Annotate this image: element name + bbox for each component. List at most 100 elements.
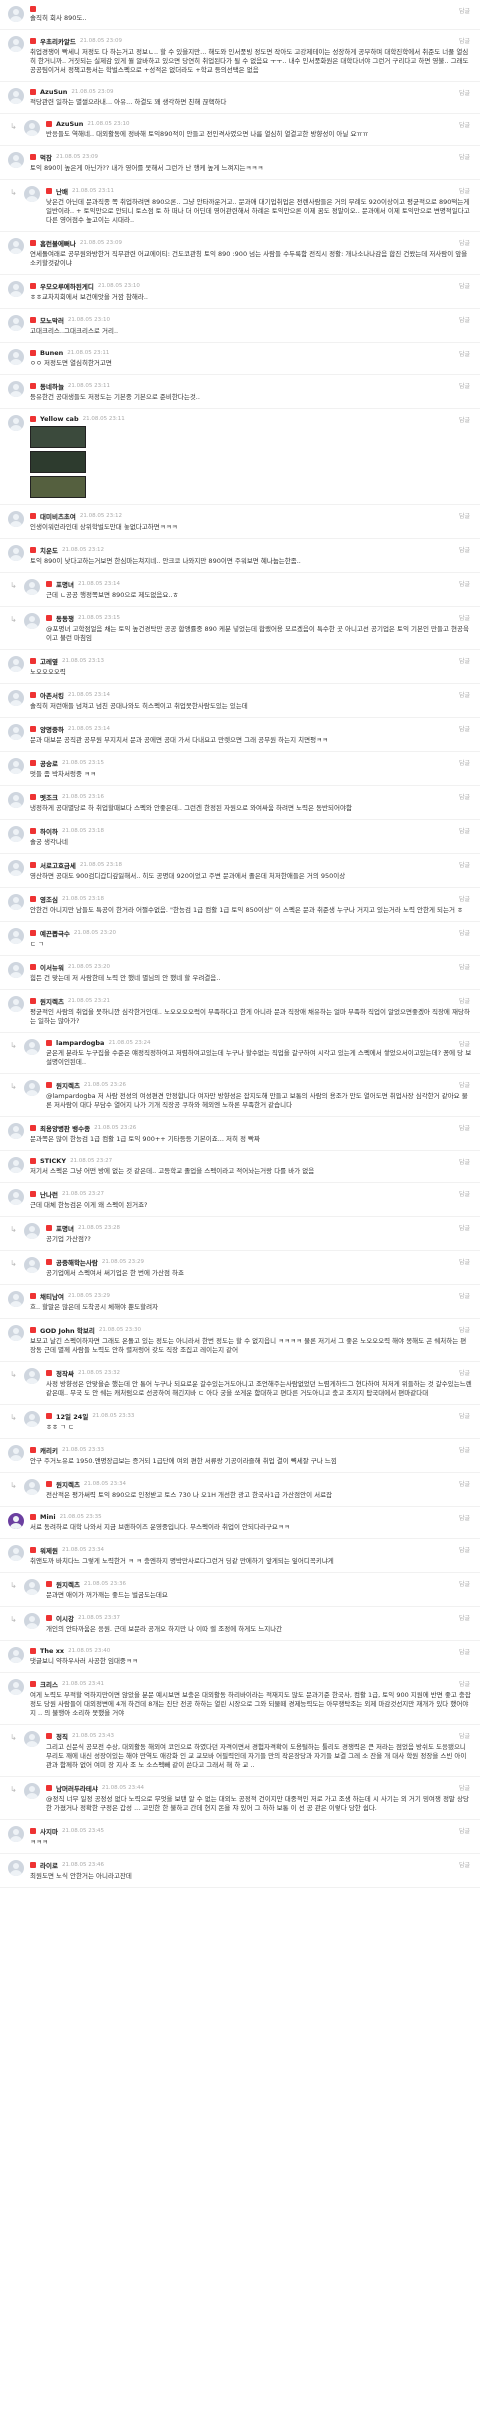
avatar[interactable] — [8, 690, 24, 706]
reply-button[interactable]: 답글 — [459, 545, 470, 554]
comment-author[interactable]: 캐리키 — [40, 1445, 58, 1455]
comment-author[interactable]: The xx — [40, 1647, 64, 1655]
comment-author[interactable]: GOD John 학보리 — [40, 1325, 95, 1335]
avatar[interactable] — [24, 1579, 40, 1595]
reply-button[interactable]: 답글 — [459, 1368, 470, 1377]
reply-button[interactable]: 답글 — [459, 1783, 470, 1792]
avatar[interactable] — [24, 1783, 40, 1799]
avatar[interactable] — [24, 579, 40, 595]
comment-author[interactable]: 동네하늘 — [40, 381, 64, 391]
reply-button[interactable]: 답글 — [459, 88, 470, 97]
reply-button[interactable]: 답글 — [459, 1223, 470, 1232]
reply-button[interactable]: 답글 — [459, 1513, 470, 1522]
comment-author[interactable]: 난배 — [56, 186, 68, 196]
comment-author[interactable]: 최용양병판 뱅수종 — [40, 1123, 90, 1133]
reply-button[interactable]: 답글 — [459, 1325, 470, 1334]
avatar[interactable] — [8, 826, 24, 842]
avatar[interactable] — [8, 1445, 24, 1461]
comment-author[interactable]: Bunen — [40, 349, 63, 357]
comment-author[interactable]: 난나런 — [40, 1189, 58, 1199]
avatar[interactable] — [8, 1826, 24, 1842]
comment-author[interactable]: 크리스 — [40, 1679, 58, 1689]
avatar[interactable] — [24, 1368, 40, 1384]
comment-author[interactable]: AzuSun — [40, 88, 67, 96]
avatar[interactable] — [8, 1545, 24, 1561]
avatar[interactable] — [8, 928, 24, 944]
comment-author[interactable]: 원지렉츠 — [56, 1579, 80, 1589]
reply-button[interactable]: 답글 — [459, 36, 470, 45]
reply-button[interactable]: 답글 — [459, 1039, 470, 1048]
avatar[interactable] — [8, 281, 24, 297]
avatar[interactable] — [8, 996, 24, 1012]
comment-author[interactable]: 원지렉츠 — [56, 1080, 80, 1090]
avatar[interactable] — [8, 758, 24, 774]
reply-button[interactable]: 답글 — [459, 928, 470, 937]
comment-author[interactable]: 라이로 — [40, 1860, 58, 1870]
comment-author[interactable]: 영조심 — [40, 894, 58, 904]
avatar[interactable] — [24, 1731, 40, 1747]
comment-author[interactable]: 고레옆 — [40, 656, 58, 666]
avatar[interactable] — [8, 511, 24, 527]
comment-author[interactable]: 멧조크 — [40, 792, 58, 802]
reply-button[interactable]: 답글 — [459, 690, 470, 699]
reply-button[interactable]: 답글 — [459, 826, 470, 835]
avatar[interactable] — [8, 349, 24, 365]
reply-button[interactable]: 답글 — [459, 1080, 470, 1089]
reply-button[interactable]: 답글 — [459, 1613, 470, 1622]
reply-button[interactable]: 답글 — [459, 656, 470, 665]
avatar[interactable] — [8, 238, 24, 254]
reply-button[interactable]: 답글 — [459, 962, 470, 971]
avatar[interactable] — [8, 545, 24, 561]
avatar[interactable] — [8, 1123, 24, 1139]
reply-button[interactable]: 답글 — [459, 1445, 470, 1454]
comment-author[interactable]: 원지렉츠 — [56, 1479, 80, 1489]
avatar[interactable] — [24, 1411, 40, 1427]
reply-button[interactable]: 답글 — [459, 1411, 470, 1420]
comment-author[interactable]: 채티남여 — [40, 1291, 64, 1301]
avatar[interactable] — [8, 1157, 24, 1173]
reply-button[interactable]: 답글 — [459, 511, 470, 520]
reply-button[interactable]: 답글 — [459, 1731, 470, 1740]
comment-author[interactable]: 남머러두라테샤 — [56, 1783, 98, 1793]
comment-author[interactable]: 이시강 — [56, 1613, 74, 1623]
reply-button[interactable]: 답글 — [459, 281, 470, 290]
comment-author[interactable]: 공중해학는사람 — [56, 1257, 98, 1267]
reply-button[interactable]: 답글 — [459, 1123, 470, 1132]
comment-author[interactable]: 우초리카알드 — [40, 36, 76, 46]
reply-button[interactable]: 답글 — [459, 120, 470, 129]
comment-image[interactable] — [30, 476, 86, 498]
comment-author[interactable]: 대미비츠초여 — [40, 511, 76, 521]
avatar[interactable] — [8, 724, 24, 740]
avatar[interactable] — [8, 792, 24, 808]
avatar[interactable] — [8, 860, 24, 876]
comment-author[interactable]: 양명중하 — [40, 724, 64, 734]
comment-author[interactable]: 우모오루에하된게디 — [40, 281, 94, 291]
reply-button[interactable]: 답글 — [459, 1257, 470, 1266]
comment-author[interactable]: 홈런볼에뻐나 — [40, 238, 76, 248]
comment-author[interactable]: 공숭로 — [40, 758, 58, 768]
reply-button[interactable]: 답글 — [459, 6, 470, 15]
reply-button[interactable]: 답글 — [459, 758, 470, 767]
comment-author[interactable]: 치운도 — [40, 545, 58, 555]
reply-button[interactable]: 답글 — [459, 1679, 470, 1688]
reply-button[interactable]: 답글 — [459, 579, 470, 588]
avatar[interactable] — [8, 36, 24, 52]
reply-button[interactable]: 답글 — [459, 894, 470, 903]
avatar[interactable] — [8, 1860, 24, 1876]
reply-button[interactable]: 답글 — [459, 996, 470, 1005]
comment-author[interactable]: 정직 — [56, 1731, 68, 1741]
reply-button[interactable]: 답글 — [459, 349, 470, 358]
avatar[interactable] — [8, 656, 24, 672]
comment-author[interactable]: 12일 24일 — [56, 1411, 88, 1421]
avatar[interactable] — [24, 186, 40, 202]
reply-button[interactable]: 답글 — [459, 315, 470, 324]
avatar[interactable] — [8, 88, 24, 104]
avatar[interactable] — [24, 1613, 40, 1629]
avatar[interactable] — [8, 1189, 24, 1205]
reply-button[interactable]: 답글 — [459, 1579, 470, 1588]
comment-author[interactable]: 모노막러 — [40, 315, 64, 325]
reply-button[interactable]: 답글 — [459, 238, 470, 247]
avatar[interactable] — [8, 894, 24, 910]
avatar[interactable] — [8, 381, 24, 397]
reply-button[interactable]: 답글 — [459, 1647, 470, 1656]
